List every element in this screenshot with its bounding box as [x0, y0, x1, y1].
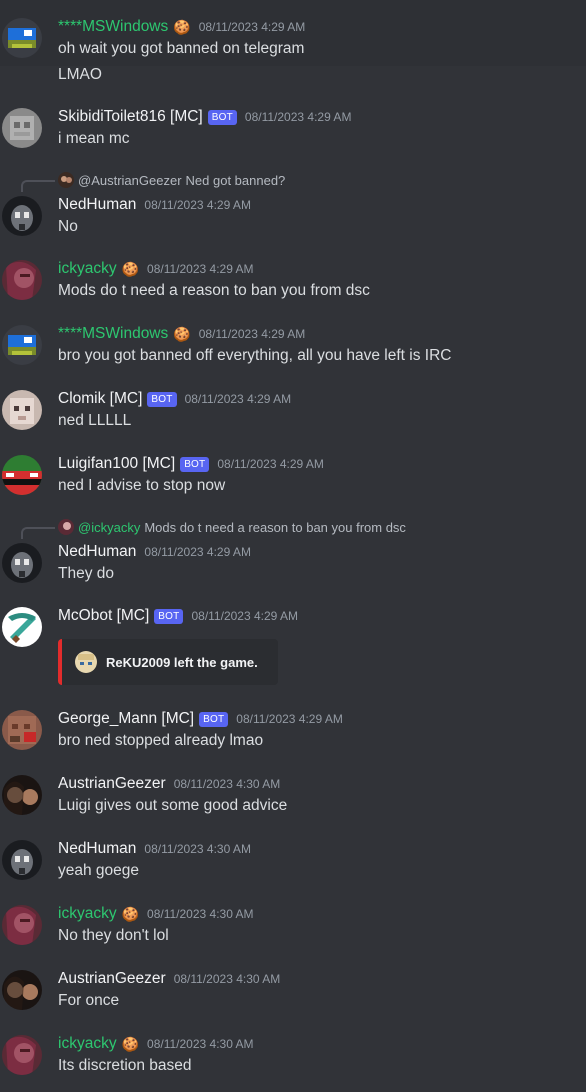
message-text: Mods do t need a reason to ban you from … [58, 282, 370, 299]
timestamp: 08/11/2023 4:29 AM [144, 198, 251, 212]
message: SkibidiToilet816 [MC] BOT 08/11/2023 4:2… [0, 108, 586, 152]
bot-badge: BOT [199, 711, 229, 727]
timestamp: 08/11/2023 4:30 AM [147, 907, 254, 921]
avatar[interactable] [2, 260, 42, 300]
message-text: yeah goege [58, 862, 140, 879]
bot-badge: BOT [180, 456, 210, 472]
reply-text: Mods do t need a reason to ban you from … [144, 519, 406, 535]
username[interactable]: AustrianGeezer [58, 970, 166, 988]
username[interactable]: Luigifan100 [MC] [58, 455, 175, 473]
reply-text: Ned got banned? [185, 172, 286, 188]
message-text: ned LLLLL [58, 412, 132, 429]
cookie-emoji: 🍪 [121, 260, 140, 277]
timestamp: 08/11/2023 4:30 AM [144, 842, 251, 856]
avatar[interactable] [2, 108, 42, 148]
timestamp: 08/11/2023 4:29 AM [191, 609, 298, 623]
username[interactable]: ickyacky [58, 1035, 117, 1053]
username[interactable]: George_Mann [MC] [58, 710, 194, 728]
message-text: No they don't lol [58, 927, 169, 944]
username[interactable]: Clomik [MC] [58, 390, 142, 408]
player-head-icon [75, 651, 97, 673]
message: AustrianGeezer 08/11/2023 4:30 AM Luigi … [0, 775, 586, 819]
reply-avatar [58, 519, 74, 535]
message-text: For once [58, 992, 120, 1009]
message-text: Luigi gives out some good advice [58, 797, 288, 814]
message: @ickyacky Mods do t need a reason to ban… [0, 519, 586, 585]
reply-preview[interactable]: @AustrianGeezer Ned got banned? [58, 172, 285, 188]
message-text: bro ned stopped already lmao [58, 732, 264, 749]
reply-connector [21, 527, 55, 539]
avatar[interactable] [2, 905, 42, 945]
username[interactable]: ****MSWindows [58, 18, 168, 36]
reply-username[interactable]: @ickyacky [78, 520, 140, 535]
cookie-emoji: 🍪 [121, 1035, 140, 1052]
reply-connector [21, 180, 55, 192]
message-text: Its discretion based [58, 1057, 192, 1074]
message-text: They do [58, 565, 115, 582]
timestamp: 08/11/2023 4:29 AM [236, 712, 343, 726]
message: ****MSWindows 🍪 08/11/2023 4:29 AM oh wa… [0, 0, 586, 83]
embed-card: ReKU2009 left the game. [58, 639, 278, 685]
username[interactable]: NedHuman [58, 196, 136, 214]
reply-avatar [58, 172, 74, 188]
avatar[interactable] [2, 543, 42, 583]
timestamp: 08/11/2023 4:30 AM [147, 1037, 254, 1051]
reply-username[interactable]: @AustrianGeezer [78, 173, 182, 188]
avatar[interactable] [2, 18, 42, 58]
avatar[interactable] [2, 1035, 42, 1075]
timestamp: 08/11/2023 4:29 AM [198, 327, 306, 341]
avatar[interactable] [2, 390, 42, 430]
timestamp: 08/11/2023 4:30 AM [173, 972, 281, 986]
bot-badge: BOT [154, 608, 184, 624]
username[interactable]: McObot [MC] [58, 607, 149, 625]
message: NedHuman 08/11/2023 4:30 AM yeah goege [0, 840, 586, 884]
avatar[interactable] [2, 775, 42, 815]
timestamp: 08/11/2023 4:29 AM [184, 392, 292, 406]
message-text: bro you got banned off everything, all y… [58, 347, 452, 364]
message-text: oh wait you got banned on telegram [58, 40, 305, 57]
username[interactable]: AustrianGeezer [58, 775, 166, 793]
timestamp: 08/11/2023 4:30 AM [173, 777, 281, 791]
avatar[interactable] [2, 325, 42, 365]
message-text: ned I advise to stop now [58, 477, 226, 494]
cookie-emoji: 🍪 [173, 325, 191, 342]
username[interactable]: ickyacky [58, 260, 117, 278]
timestamp: 08/11/2023 4:29 AM [244, 110, 352, 124]
avatar[interactable] [2, 710, 42, 750]
timestamp: 08/11/2023 4:29 AM [144, 545, 251, 559]
message: George_Mann [MC] BOT 08/11/2023 4:29 AM … [0, 710, 586, 754]
message-text: i mean mc [58, 130, 130, 147]
avatar[interactable] [2, 840, 42, 880]
cookie-emoji: 🍪 [173, 18, 191, 35]
embed-text: ReKU2009 left the game. [106, 654, 258, 670]
timestamp: 08/11/2023 4:29 AM [217, 457, 324, 471]
message: McObot [MC] BOT 08/11/2023 4:29 AM ReKU2… [0, 607, 586, 687]
reply-preview[interactable]: @ickyacky Mods do t need a reason to ban… [58, 519, 406, 535]
message-text: LMAO [58, 66, 102, 83]
message: ****MSWindows 🍪 08/11/2023 4:29 AM bro y… [0, 325, 586, 369]
message: Clomik [MC] BOT 08/11/2023 4:29 AM ned L… [0, 390, 586, 434]
message: ickyacky 🍪 08/11/2023 4:29 AM Mods do t … [0, 260, 586, 304]
message: @AustrianGeezer Ned got banned? NedHuman… [0, 172, 586, 238]
username[interactable]: NedHuman [58, 840, 136, 858]
message: ickyacky 🍪 08/11/2023 4:30 AM No they do… [0, 905, 586, 949]
username[interactable]: NedHuman [58, 543, 136, 561]
message: ickyacky 🍪 08/11/2023 4:30 AM Its discre… [0, 1035, 586, 1079]
avatar[interactable] [2, 455, 42, 495]
message-text: No [58, 218, 78, 235]
timestamp: 08/11/2023 4:29 AM [198, 20, 306, 34]
message: Luigifan100 [MC] BOT 08/11/2023 4:29 AM … [0, 455, 586, 499]
avatar[interactable] [2, 970, 42, 1010]
avatar[interactable] [2, 607, 42, 647]
username[interactable]: ****MSWindows [58, 325, 168, 343]
avatar[interactable] [2, 196, 42, 236]
bot-badge: BOT [207, 109, 237, 125]
username[interactable]: ickyacky [58, 905, 117, 923]
username[interactable]: SkibidiToilet816 [MC] [58, 108, 203, 126]
timestamp: 08/11/2023 4:29 AM [147, 262, 254, 276]
bot-badge: BOT [147, 391, 177, 407]
message: AustrianGeezer 08/11/2023 4:30 AM For on… [0, 970, 586, 1014]
cookie-emoji: 🍪 [121, 905, 140, 922]
